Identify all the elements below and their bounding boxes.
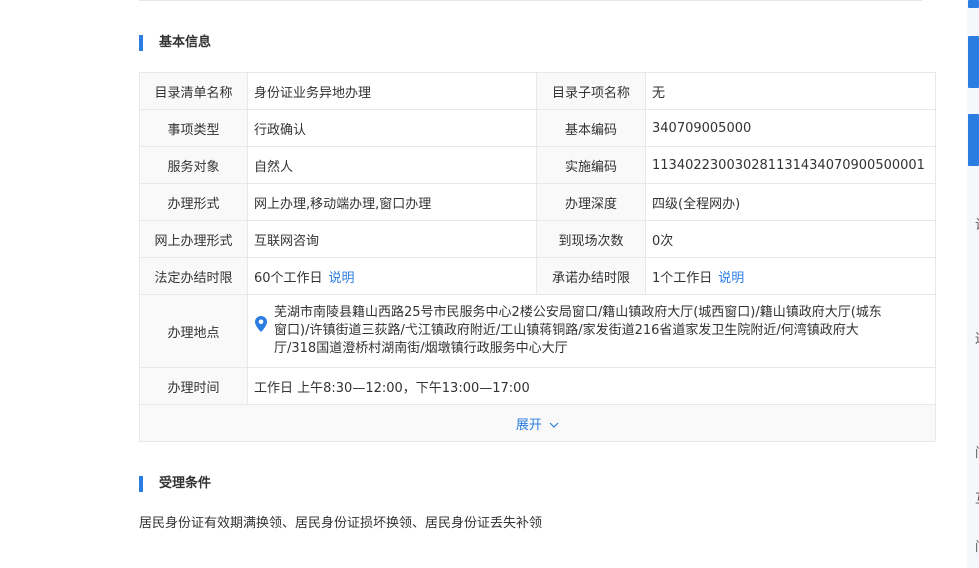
field-label: 目录子项名称 xyxy=(536,72,646,110)
side-tab-marker[interactable] xyxy=(968,36,979,88)
side-tab-marker[interactable] xyxy=(968,114,979,166)
field-label: 办理形式 xyxy=(139,183,248,221)
field-label: 到现场次数 xyxy=(536,220,646,258)
field-value: 四级(全程网办) xyxy=(645,183,936,221)
legal-time-limit: 60个工作日 xyxy=(254,270,323,286)
table-row: 办理时间 工作日 上午8:30—12:00，下午13:00—17:00 xyxy=(139,367,936,405)
service-hours: 工作日 上午8:30—12:00，下午13:00—17:00 xyxy=(247,367,936,405)
field-value: 60个工作日 说明 xyxy=(247,257,537,295)
promised-time-explain-link[interactable]: 说明 xyxy=(718,271,744,286)
conditions-title: 受理条件 xyxy=(159,476,212,491)
field-value: 340709005000 xyxy=(645,109,936,147)
field-value: 芜湖市南陵县籍山西路25号市民服务中心2楼公安局窗口/籍山镇政府大厅(城西窗口)… xyxy=(247,294,936,368)
field-value: 身份证业务异地办理 xyxy=(247,72,537,110)
field-label: 办理时间 xyxy=(139,367,248,405)
field-label: 法定办结时限 xyxy=(139,257,248,295)
field-value: 网上办理,移动端办理,窗口办理 xyxy=(247,183,537,221)
field-label: 网上办理形式 xyxy=(139,220,248,258)
legal-time-explain-link[interactable]: 说明 xyxy=(329,271,355,286)
side-tab-char: 诊 xyxy=(975,214,979,233)
service-address: 芜湖市南陵县籍山西路25号市民服务中心2楼公安局窗口/籍山镇政府大厅(城西窗口)… xyxy=(274,305,882,356)
field-label: 办理地点 xyxy=(139,294,248,368)
field-label: 目录清单名称 xyxy=(139,72,248,110)
field-value: 1个工作日 说明 xyxy=(645,257,936,295)
top-divider xyxy=(139,0,922,1)
side-tab-char: 迟 xyxy=(975,328,979,347)
table-row: 目录清单名称 身份证业务异地办理 目录子项名称 无 xyxy=(139,72,936,110)
field-label: 实施编码 xyxy=(536,146,646,184)
field-label: 服务对象 xyxy=(139,146,248,184)
field-value: 无 xyxy=(645,72,936,110)
side-tab-char: 问 xyxy=(975,442,979,461)
side-tab-char: 问 xyxy=(975,536,979,555)
table-row: 法定办结时限 60个工作日 说明 承诺办结时限 1个工作日 说明 xyxy=(139,257,936,295)
table-row: 办理地点 芜湖市南陵县籍山西路25号市民服务中心2楼公安局窗口/籍山镇政府大厅(… xyxy=(139,294,936,368)
field-value: 行政确认 xyxy=(247,109,537,147)
location-pin-icon xyxy=(255,316,267,332)
field-label: 基本编码 xyxy=(536,109,646,147)
expand-label[interactable]: 展开 xyxy=(516,418,542,433)
table-row: 网上办理形式 互联网咨询 到现场次数 0次 xyxy=(139,220,936,258)
field-label: 承诺办结时限 xyxy=(536,257,646,295)
promised-time-limit: 1个工作日 xyxy=(652,270,713,286)
expand-row[interactable]: 展开 xyxy=(139,404,936,442)
field-value: 0次 xyxy=(645,220,936,258)
table-row: 事项类型 行政确认 基本编码 340709005000 xyxy=(139,109,936,147)
basic-info-title: 基本信息 xyxy=(159,35,212,50)
conditions-text: 居民身份证有效期满换领、居民身份证损坏换领、居民身份证丢失补领 xyxy=(139,516,543,531)
chevron-down-icon[interactable] xyxy=(549,422,559,428)
table-row: 服务对象 自然人 实施编码 11340223003028113143407090… xyxy=(139,146,936,184)
field-value: 互联网咨询 xyxy=(247,220,537,258)
side-tab-char: 互 xyxy=(975,488,979,507)
conditions-heading: 受理条件 xyxy=(139,476,211,492)
expand-button[interactable]: 展开 xyxy=(139,404,936,442)
field-label: 办理深度 xyxy=(536,183,646,221)
side-tab-marker[interactable] xyxy=(968,0,979,8)
basic-info-table: 目录清单名称 身份证业务异地办理 目录子项名称 无 事项类型 行政确认 基本编码… xyxy=(139,72,936,442)
field-value: 11340223003028113143407090050000​1 xyxy=(645,146,936,184)
field-label: 事项类型 xyxy=(139,109,248,147)
right-side-panel: 诊 迟 问 互 问 xyxy=(967,0,979,568)
table-row: 办理形式 网上办理,移动端办理,窗口办理 办理深度 四级(全程网办) xyxy=(139,183,936,221)
field-value: 自然人 xyxy=(247,146,537,184)
basic-info-heading: 基本信息 xyxy=(139,35,211,51)
